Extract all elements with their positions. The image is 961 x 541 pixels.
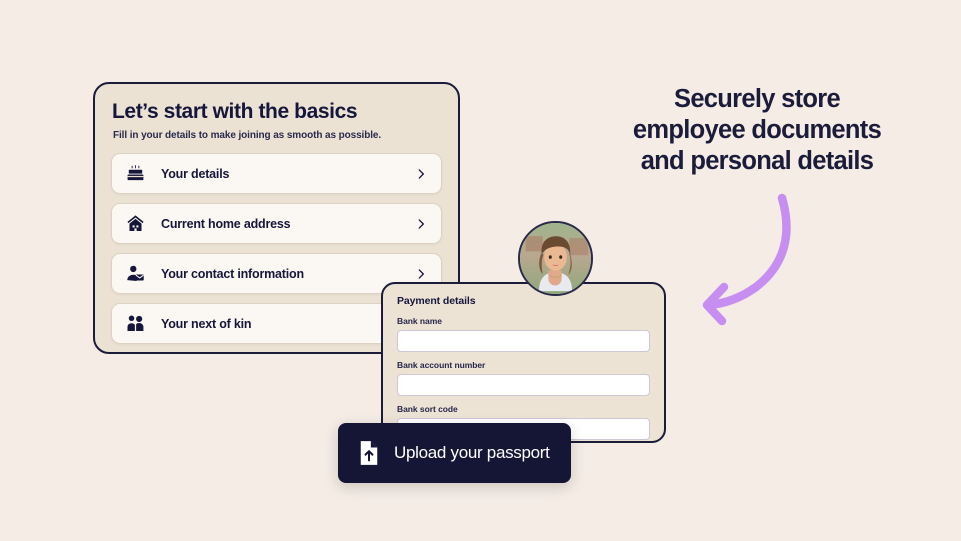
- chevron-right-icon: [414, 267, 428, 281]
- list-item-current-home-address[interactable]: Current home address: [111, 203, 442, 245]
- two-people-icon: [124, 313, 146, 335]
- field-bank-name: Bank name: [397, 316, 650, 352]
- headline-line-3: and personal details: [640, 146, 874, 175]
- page-subtitle: Fill in your details to make joining as …: [113, 130, 382, 142]
- field-bank-account-number: Bank account number: [397, 360, 650, 396]
- list-item-label: Your next of kin: [161, 316, 252, 331]
- list-item-label: Your contact information: [161, 266, 304, 281]
- bank-account-number-input[interactable]: [397, 374, 650, 396]
- marketing-headline: Securely store employee documents and pe…: [592, 84, 922, 177]
- chevron-right-icon: [414, 217, 428, 231]
- illustration-stage: Let’s start with the basics Fill in your…: [0, 0, 961, 541]
- document-upload-icon: [357, 439, 381, 467]
- field-label: Bank account number: [397, 360, 486, 370]
- person-envelope-icon: [124, 263, 146, 285]
- birthday-cake-icon: [124, 163, 146, 185]
- headline-line-2: employee documents: [632, 115, 882, 144]
- headline-line-1: Securely store: [674, 85, 841, 113]
- page-title: Let’s start with the basics: [112, 100, 358, 123]
- list-item-your-details[interactable]: Your details: [111, 153, 442, 195]
- field-label: Bank name: [397, 316, 442, 326]
- upload-passport-button[interactable]: Upload your passport: [338, 423, 571, 483]
- list-item-label: Your details: [161, 166, 230, 181]
- field-label: Bank sort code: [397, 404, 458, 414]
- upload-passport-label: Upload your passport: [394, 443, 550, 462]
- payment-details-card: Payment details Bank name Bank account n…: [381, 282, 666, 443]
- house-icon: [124, 213, 146, 235]
- payment-details-title: Payment details: [397, 295, 476, 307]
- list-item-label: Current home address: [161, 216, 291, 231]
- bank-name-input[interactable]: [397, 330, 650, 352]
- avatar: [518, 221, 593, 296]
- curved-pointer-arrow-icon: [694, 192, 804, 327]
- chevron-right-icon: [414, 167, 428, 181]
